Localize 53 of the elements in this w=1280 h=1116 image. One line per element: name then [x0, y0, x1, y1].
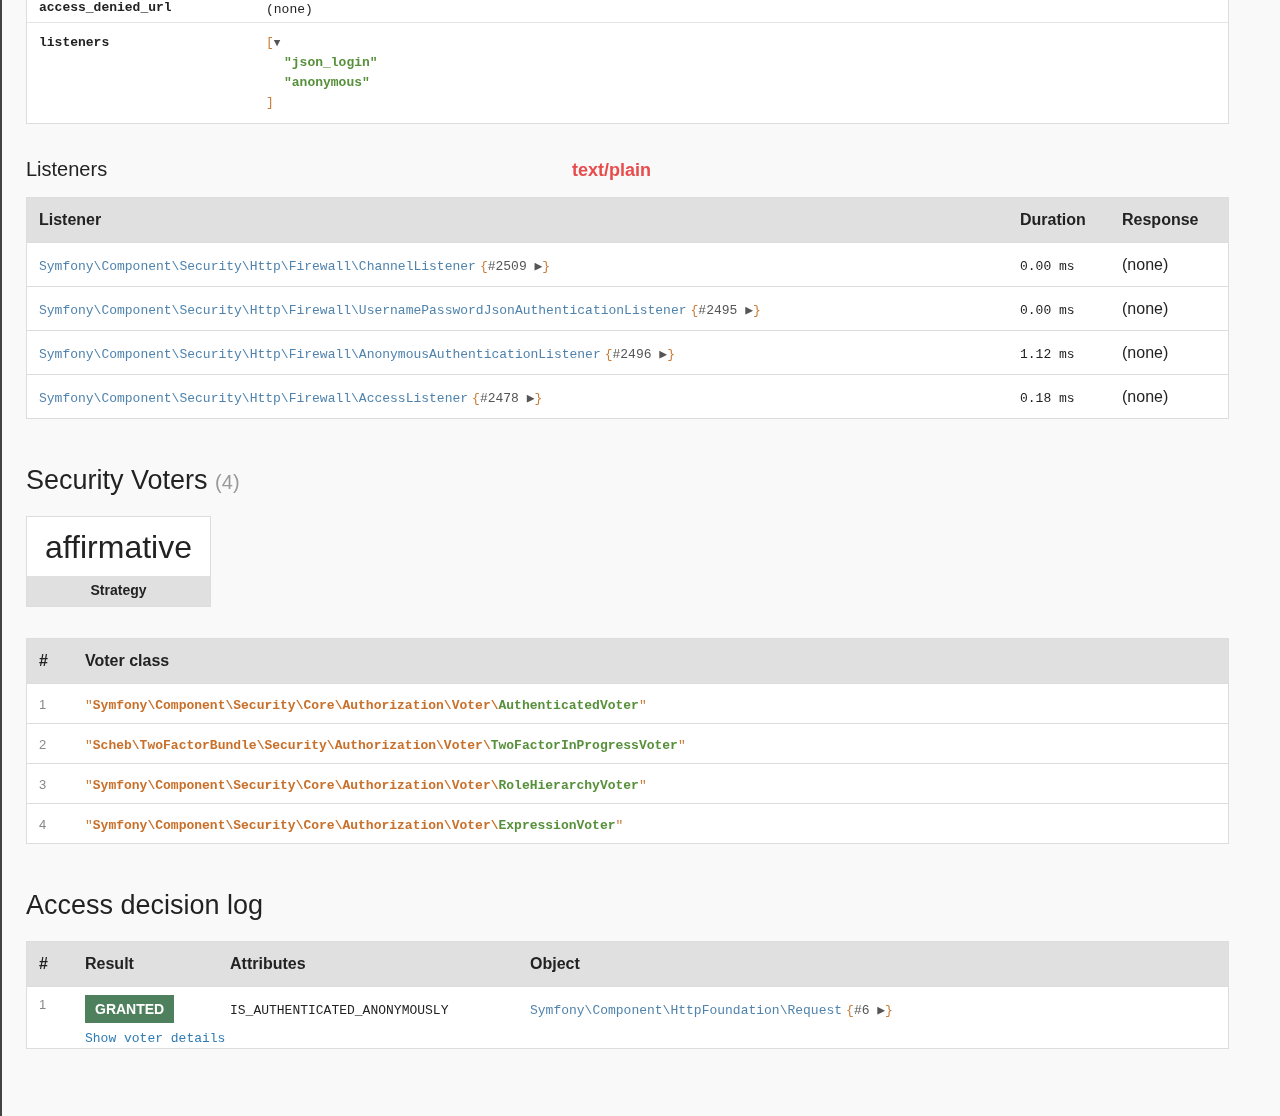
column-header: Result: [73, 941, 218, 987]
attribute-cell: IS_AUTHENTICATED_ANONYMOUSLY: [230, 1003, 449, 1018]
config-key: listeners: [39, 33, 266, 113]
array-bracket: [: [266, 35, 274, 50]
content-type-label: text/plain: [572, 160, 651, 181]
response-cell: (none): [1122, 255, 1169, 273]
column-header: #: [26, 638, 73, 684]
duration-cell: 0.00 ms: [1020, 302, 1075, 318]
column-header: #: [26, 941, 73, 987]
voter-class: "Symfony\Component\Security\Core\Authorization\Voter\ExpressionVoter": [85, 817, 624, 833]
show-voter-details-link[interactable]: Show voter details: [85, 1031, 226, 1046]
row-number: 1: [39, 696, 47, 712]
listener-class-link[interactable]: Symfony\Component\Security\Http\Firewall\ChannelListener: [39, 258, 476, 274]
listener-class-link[interactable]: Symfony\Component\Security\Http\Firewall\AccessListener: [39, 390, 469, 406]
response-cell: (none): [1122, 343, 1169, 361]
array-bracket: ]: [266, 95, 274, 110]
column-header: Object: [518, 941, 1229, 987]
column-header: Attributes: [218, 941, 518, 987]
row-number: 3: [39, 776, 47, 792]
column-header: Voter class: [73, 638, 1229, 684]
object-reference[interactable]: {#6 ▶}: [846, 1003, 893, 1018]
object-reference[interactable]: {#2478 ▶}: [472, 390, 543, 406]
object-reference[interactable]: {#2509 ▶}: [479, 258, 551, 274]
duration-cell: 1.12 ms: [1020, 346, 1075, 362]
config-key: access_denied_url: [39, 0, 266, 20]
object-reference[interactable]: {#2496 ▶}: [604, 346, 675, 362]
row-number: 2: [39, 736, 47, 752]
voter-class: "Scheb\TwoFactorBundle\Security\Authorization\Voter\TwoFactorInProgressVoter": [85, 737, 686, 753]
array-item: "anonymous": [284, 75, 370, 90]
section-heading: Access decision log: [26, 890, 265, 921]
config-value: (none): [266, 2, 313, 17]
column-header: Response: [1110, 197, 1229, 243]
section-heading: Security Voters (4): [26, 465, 241, 496]
metric-label: Strategy: [27, 576, 210, 606]
duration-cell: 0.00 ms: [1020, 258, 1075, 274]
column-header: Duration: [1008, 197, 1110, 243]
collapse-toggle[interactable]: ▼: [273, 37, 281, 49]
listener-class-link[interactable]: Symfony\Component\Security\Http\Firewall\UsernamePasswordJsonAuthenticationListener: [39, 302, 687, 318]
object-class-link[interactable]: Symfony\Component\HttpFoundation\Request: [530, 1003, 843, 1018]
row-number: 1: [39, 997, 47, 1012]
array-item: "json_login": [284, 55, 378, 70]
section-heading: Listeners: [26, 158, 109, 181]
object-reference[interactable]: {#2495 ▶}: [690, 302, 761, 318]
response-cell: (none): [1122, 387, 1169, 405]
duration-cell: 0.18 ms: [1020, 390, 1075, 406]
column-header: Listener: [26, 197, 1008, 243]
voter-class: "Symfony\Component\Security\Core\Authorization\Voter\AuthenticatedVoter": [85, 697, 647, 713]
voter-class: "Symfony\Component\Security\Core\Authorization\Voter\RoleHierarchyVoter": [85, 777, 647, 793]
row-number: 4: [39, 816, 47, 832]
metric-value: affirmative: [44, 528, 193, 567]
result-badge: GRANTED: [85, 995, 175, 1023]
response-cell: (none): [1122, 299, 1169, 317]
listener-class-link[interactable]: Symfony\Component\Security\Http\Firewall\AnonymousAuthenticationListener: [39, 346, 601, 362]
